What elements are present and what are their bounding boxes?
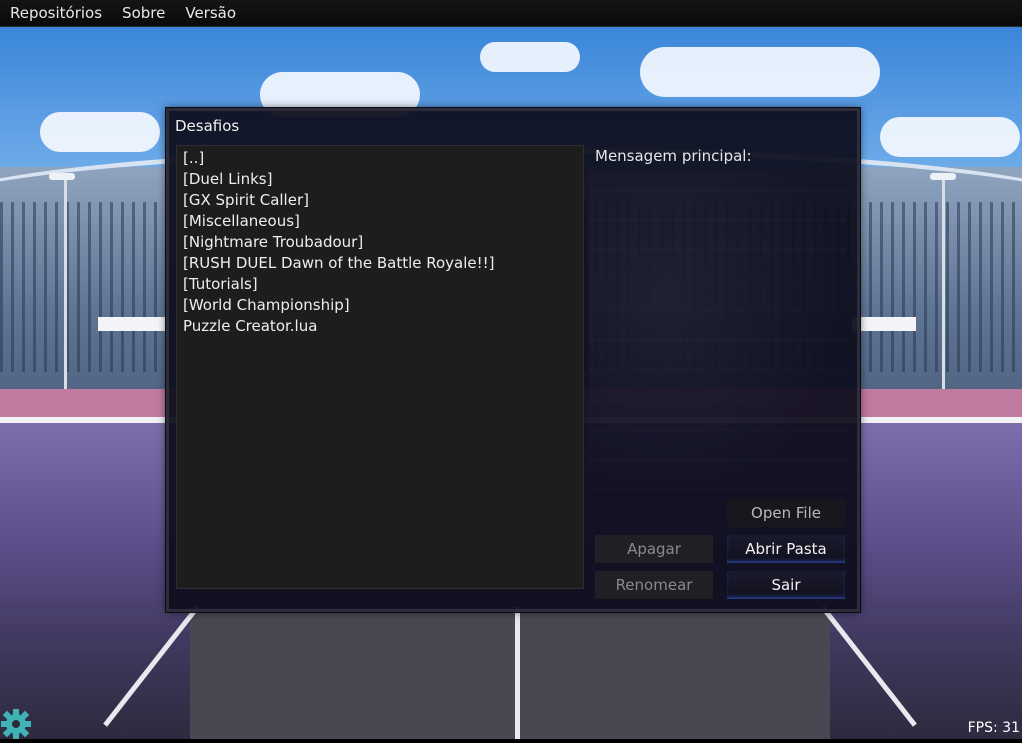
list-item[interactable]: [Duel Links] bbox=[177, 169, 583, 190]
cloud bbox=[640, 47, 880, 97]
exit-button[interactable]: Sair bbox=[727, 571, 845, 599]
light-head bbox=[930, 173, 956, 180]
challenges-dialog: Desafios [..] [Duel Links] [GX Spirit Ca… bbox=[166, 108, 860, 612]
message-panel bbox=[589, 171, 847, 491]
menu-bar: Repositórios Sobre Versão bbox=[0, 0, 1022, 27]
gear-icon[interactable] bbox=[0, 705, 34, 739]
list-item[interactable]: [Miscellaneous] bbox=[177, 211, 583, 232]
menu-versao[interactable]: Versão bbox=[175, 0, 246, 26]
rename-button[interactable]: Renomear bbox=[595, 571, 713, 599]
list-item[interactable]: [RUSH DUEL Dawn of the Battle Royale!!] bbox=[177, 253, 583, 274]
menu-repositorios[interactable]: Repositórios bbox=[0, 0, 112, 26]
menu-sobre[interactable]: Sobre bbox=[112, 0, 175, 26]
dialog-title: Desafios bbox=[175, 117, 240, 135]
open-file-button[interactable]: Open File bbox=[727, 499, 845, 527]
list-item[interactable]: [World Championship] bbox=[177, 295, 583, 316]
cloud bbox=[480, 42, 580, 72]
list-item[interactable]: [..] bbox=[177, 148, 583, 169]
message-label: Mensagem principal: bbox=[595, 147, 752, 165]
cloud bbox=[880, 117, 1020, 157]
light-head bbox=[49, 173, 75, 180]
hurdle bbox=[98, 317, 168, 331]
file-list[interactable]: [..] [Duel Links] [GX Spirit Caller] [Mi… bbox=[176, 145, 584, 589]
track-line bbox=[515, 607, 520, 739]
list-item[interactable]: [Tutorials] bbox=[177, 274, 583, 295]
list-item[interactable]: [GX Spirit Caller] bbox=[177, 190, 583, 211]
list-item[interactable]: [Nightmare Troubadour] bbox=[177, 232, 583, 253]
fps-counter: FPS: 31 bbox=[967, 720, 1020, 736]
delete-button[interactable]: Apagar bbox=[595, 535, 713, 563]
hurdle bbox=[852, 317, 916, 331]
light-pole bbox=[942, 177, 945, 417]
list-item[interactable]: Puzzle Creator.lua bbox=[177, 316, 583, 337]
light-pole bbox=[64, 177, 67, 417]
open-folder-button[interactable]: Abrir Pasta bbox=[727, 535, 845, 563]
cloud bbox=[40, 112, 160, 152]
